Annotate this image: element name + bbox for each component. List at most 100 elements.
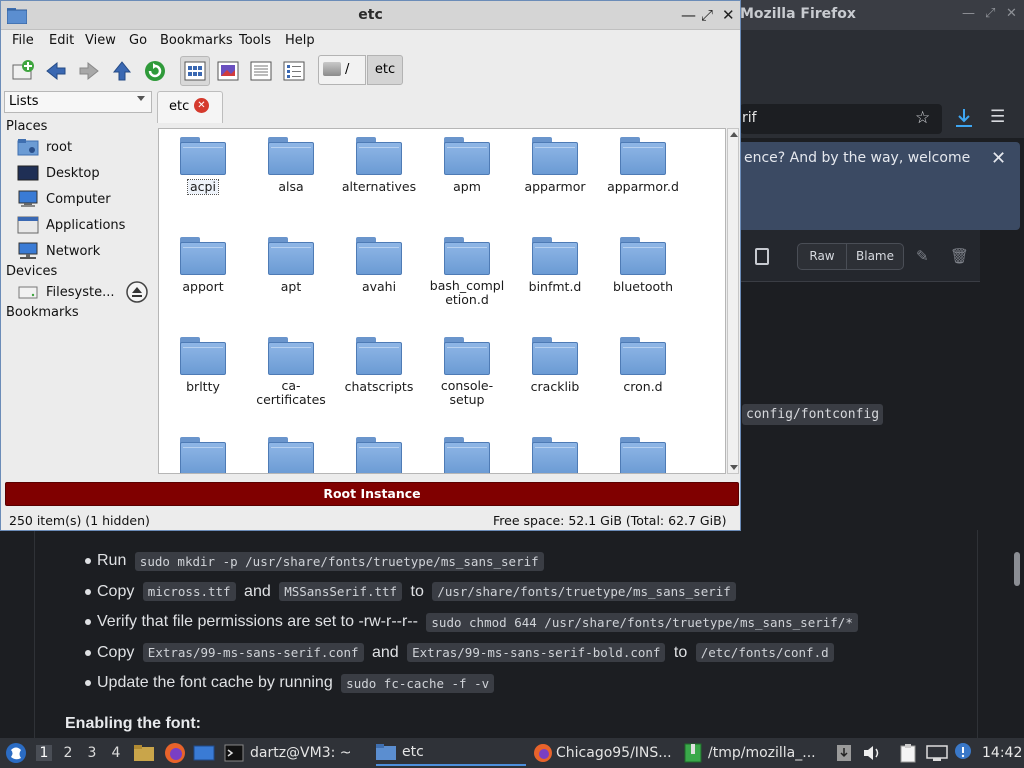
folder-item[interactable]: console- setup: [423, 335, 511, 407]
clock[interactable]: 14:42: [982, 745, 1022, 761]
folder-item[interactable]: bash_compl etion.d: [423, 235, 511, 307]
folder-item[interactable]: [159, 435, 247, 473]
menu-view[interactable]: View: [85, 33, 116, 48]
raw-button[interactable]: Raw: [797, 243, 847, 270]
menu-go[interactable]: Go: [129, 33, 147, 48]
up-button[interactable]: [107, 56, 137, 86]
close-icon[interactable]: ✕: [722, 6, 735, 24]
file-manager-launcher-icon[interactable]: [134, 744, 154, 762]
inline-code: micross.ttf: [142, 582, 236, 602]
maximize-icon[interactable]: ⤢: [985, 6, 995, 21]
icon-view-button[interactable]: [180, 56, 210, 86]
task-archive[interactable]: /tmp/mozilla_...: [684, 740, 816, 766]
firefox-launcher-icon[interactable]: [164, 742, 186, 764]
minimize-icon[interactable]: —: [681, 6, 696, 24]
menu-edit[interactable]: Edit: [49, 33, 74, 48]
folder-item[interactable]: bluetooth: [599, 235, 687, 294]
page-scrollbar-thumb[interactable]: [1014, 552, 1020, 586]
folder-icon: [532, 335, 578, 375]
compact-view-button[interactable]: [246, 56, 276, 86]
update-notifier-icon[interactable]: [954, 742, 972, 762]
folder-item[interactable]: apparmor.d: [599, 135, 687, 194]
folder-item[interactable]: [423, 435, 511, 473]
task-firefox[interactable]: Chicago95/INS...: [533, 740, 672, 766]
folder-item[interactable]: cracklib: [511, 335, 599, 394]
hamburger-menu-icon[interactable]: ☰: [990, 107, 1005, 127]
menu-file[interactable]: File: [12, 33, 34, 48]
maximize-icon[interactable]: ⤢: [701, 6, 713, 24]
folder-icon: [444, 435, 490, 473]
bookmark-star-icon[interactable]: ☆: [915, 108, 930, 128]
tab-etc[interactable]: etc: [157, 91, 223, 123]
scroll-down-icon[interactable]: [730, 465, 738, 470]
clipboard-tray-icon[interactable]: [836, 744, 852, 762]
path-button-etc[interactable]: etc: [367, 55, 403, 85]
folder-item[interactable]: [335, 435, 423, 473]
thumbnail-view-button[interactable]: [213, 56, 243, 86]
menu-bookmarks[interactable]: Bookmarks: [160, 33, 233, 48]
tab-close-icon[interactable]: ✕: [194, 98, 209, 113]
network-tray-icon[interactable]: [926, 744, 948, 762]
folder-item[interactable]: [511, 435, 599, 473]
menu-tools[interactable]: Tools: [239, 33, 271, 48]
edit-pencil-icon[interactable]: ✎: [916, 247, 929, 265]
reload-button[interactable]: [140, 56, 170, 86]
bullet-icon: [85, 619, 91, 626]
file-icon[interactable]: [755, 248, 769, 265]
sidebar-item-computer[interactable]: Computer: [17, 188, 111, 210]
list-text: Copy: [97, 643, 139, 661]
fm-titlebar[interactable]: etc — ⤢ ✕: [1, 1, 740, 30]
back-button[interactable]: [41, 56, 71, 86]
trash-icon[interactable]: 🗑: [950, 247, 969, 265]
show-desktop-icon[interactable]: [193, 744, 215, 762]
start-menu-icon[interactable]: [5, 742, 27, 764]
sidebar-item-network[interactable]: Network: [17, 240, 100, 262]
folder-item[interactable]: alternatives: [335, 135, 423, 194]
minimize-icon[interactable]: —: [962, 6, 975, 21]
folder-item[interactable]: chatscripts: [335, 335, 423, 394]
folder-item[interactable]: alsa: [247, 135, 335, 194]
folder-label: chatscripts: [344, 379, 414, 394]
folder-item[interactable]: apt: [247, 235, 335, 294]
volume-icon[interactable]: [862, 744, 882, 762]
folder-item[interactable]: avahi: [335, 235, 423, 294]
folder-item[interactable]: binfmt.d: [511, 235, 599, 294]
folder-item[interactable]: apparmor: [511, 135, 599, 194]
eject-icon[interactable]: [125, 280, 149, 304]
folder-item[interactable]: ca- certificates: [247, 335, 335, 407]
sidebar: Places root Desktop Computer Application…: [1, 117, 155, 477]
new-tab-button[interactable]: [8, 56, 38, 86]
url-bar[interactable]: rif: [740, 104, 942, 134]
scroll-up-icon[interactable]: [730, 132, 738, 137]
sidebar-item-desktop[interactable]: Desktop: [17, 162, 100, 184]
notification-close-icon[interactable]: ✕: [991, 148, 1006, 169]
task-etc[interactable]: etc: [376, 740, 526, 766]
side-pane-mode-select[interactable]: Lists: [4, 91, 152, 113]
download-icon[interactable]: [953, 106, 975, 130]
blame-button[interactable]: Blame: [846, 243, 904, 270]
folder-item[interactable]: apport: [159, 235, 247, 294]
folder-item[interactable]: [599, 435, 687, 473]
sidebar-item-applications[interactable]: Applications: [17, 214, 125, 236]
close-icon[interactable]: ✕: [1006, 6, 1017, 21]
root-instance-banner: Root Instance: [5, 482, 739, 506]
folder-item[interactable]: [247, 435, 335, 473]
notification-bar: ence? And by the way, welcome: [740, 142, 1020, 230]
chevron-down-icon[interactable]: [137, 96, 145, 101]
vertical-scrollbar[interactable]: [727, 128, 739, 474]
clipboard-icon[interactable]: [898, 743, 920, 763]
workspace-1[interactable]: 1: [36, 745, 52, 761]
forward-button[interactable]: [74, 56, 104, 86]
folder-item[interactable]: acpi: [159, 135, 247, 195]
folder-item[interactable]: apm: [423, 135, 511, 194]
sidebar-item-filesystem[interactable]: Filesyste...: [17, 281, 115, 303]
workspace-3[interactable]: 3: [84, 745, 100, 761]
folder-item[interactable]: brltty: [159, 335, 247, 394]
workspace-4[interactable]: 4: [108, 745, 124, 761]
sidebar-item-root[interactable]: root: [17, 136, 72, 158]
detailed-view-button[interactable]: [279, 56, 309, 86]
menu-help[interactable]: Help: [285, 33, 315, 48]
workspace-2[interactable]: 2: [60, 745, 76, 761]
task-terminal[interactable]: dartz@VM3: ~: [224, 740, 352, 766]
folder-item[interactable]: cron.d: [599, 335, 687, 394]
